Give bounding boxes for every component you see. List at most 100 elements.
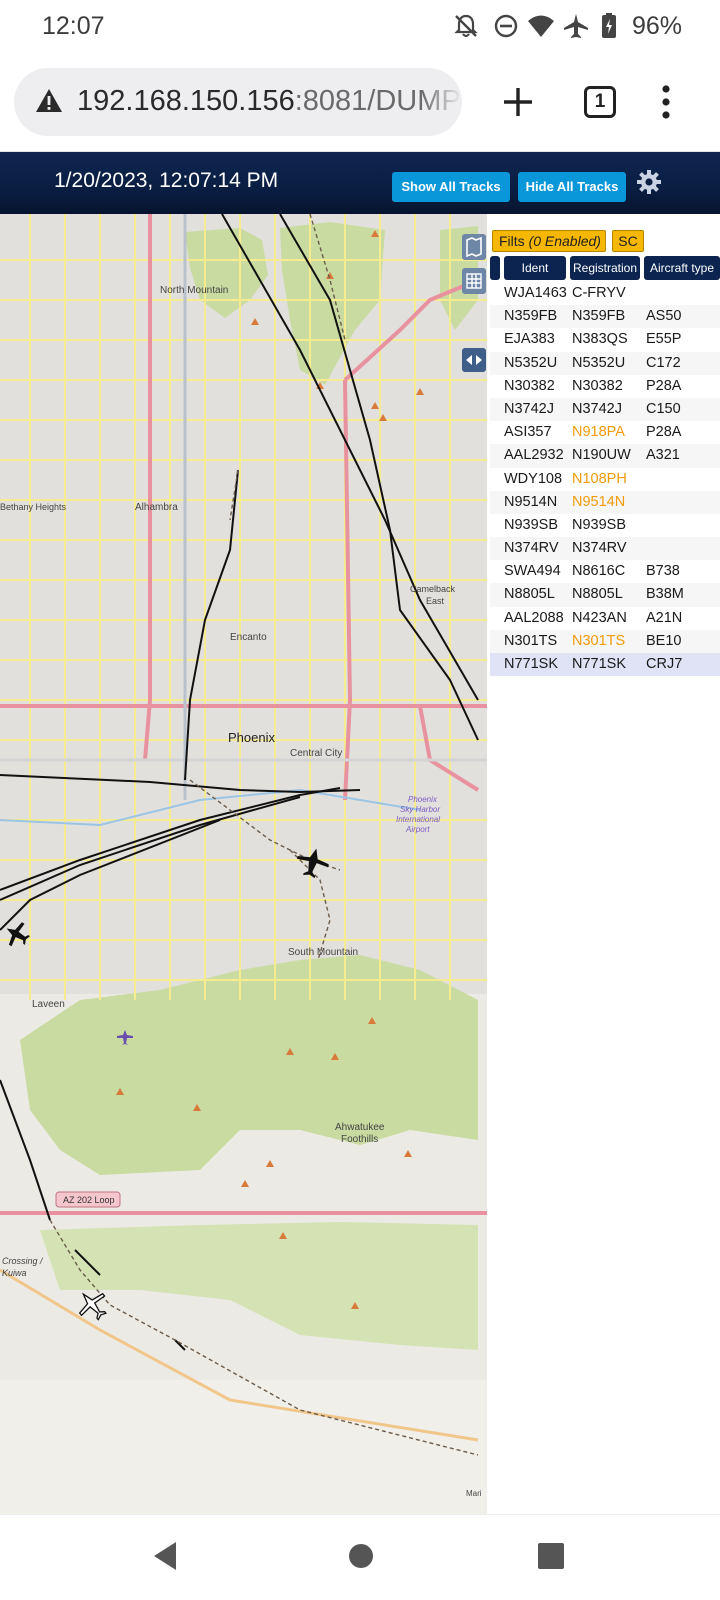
column-header-select[interactable]: [490, 256, 500, 280]
expand-collapse-icon[interactable]: [462, 348, 486, 372]
cell-aircraft-type: P28A: [646, 377, 682, 394]
cell-registration: C-FRYV: [572, 285, 626, 301]
cell-registration: N918PA: [572, 424, 625, 441]
table-row[interactable]: N3742J N3742J C150: [490, 397, 720, 422]
cell-ident: EJA383: [504, 331, 555, 348]
label-mari: Mari: [466, 1489, 482, 1498]
cell-ident: N9514N: [504, 493, 558, 510]
hide-all-tracks-button[interactable]: Hide All Tracks: [518, 172, 626, 202]
sc-button[interactable]: SC: [612, 230, 644, 252]
table-row[interactable]: AAL2932 N190UW A321: [490, 444, 720, 468]
label-crossing: Crossing /: [2, 1256, 44, 1266]
label-phoenix: Phoenix: [228, 730, 275, 745]
system-nav-bar: [0, 1514, 720, 1600]
table-row[interactable]: WDY108 N108PH: [490, 468, 720, 491]
cell-registration: N9514N: [572, 493, 626, 510]
table-row[interactable]: WJA1463 C-FRYV: [490, 282, 720, 305]
label-sky-harbor-1: Phoenix: [408, 795, 438, 804]
column-header-registration[interactable]: Registration: [570, 256, 640, 280]
table-row[interactable]: N5352U N5352U C172: [490, 351, 720, 375]
table-row[interactable]: N359FB N359FB AS50: [490, 305, 720, 329]
cell-aircraft-type: P28A: [646, 424, 682, 441]
cell-registration: N383QS: [572, 331, 628, 348]
tab-switcher-button[interactable]: 1: [584, 86, 616, 118]
cell-aircraft-type: C172: [646, 354, 681, 371]
aircraft-table: WJA1463 C-FRYV N359FB N359FB AS50 EJA383 N38…: [490, 282, 720, 677]
cell-registration: N30382: [572, 377, 623, 394]
warning-icon[interactable]: [34, 86, 64, 116]
label-bethany-heights: Bethany Heights: [0, 502, 67, 512]
label-sky-harbor-4: Airport: [405, 825, 430, 834]
cell-registration: N374RV: [572, 540, 627, 557]
browser-toolbar: 192.168.150.156:8081/DUMP 1: [0, 56, 720, 152]
table-row[interactable]: N9514N N9514N: [490, 490, 720, 514]
map-tiles[interactable]: North Mountain Bethany Heights Alhambra …: [0, 214, 487, 1514]
new-tab-button[interactable]: [498, 82, 538, 122]
cell-registration: N301TS: [572, 632, 626, 649]
cell-ident: WJA1463: [504, 285, 567, 301]
airplane-mode-icon: [564, 14, 588, 38]
status-bar: 12:07 96%: [0, 0, 720, 56]
label-sky-harbor-2: Sky Harbor: [400, 805, 440, 814]
table-row-selected[interactable]: N771SK N771SK CRJ7: [490, 653, 720, 677]
label-laveen: Laveen: [32, 999, 65, 1010]
show-all-tracks-button[interactable]: Show All Tracks: [392, 172, 510, 202]
column-header-ident[interactable]: Ident: [504, 256, 566, 280]
back-icon[interactable]: [150, 1539, 180, 1573]
cell-ident: AAL2932: [504, 447, 564, 464]
cell-ident: N30382: [504, 377, 555, 394]
cell-registration: N190UW: [572, 447, 631, 464]
filters-button[interactable]: Filts (0 Enabled): [492, 230, 606, 252]
label-central-city: Central City: [290, 748, 342, 759]
cell-registration: N939SB: [572, 516, 627, 533]
cell-registration: N108PH: [572, 470, 627, 487]
label-ahwatukee-1: Ahwatukee: [335, 1122, 385, 1133]
battery-percent: 96%: [632, 12, 683, 40]
do-not-disturb-icon: [494, 14, 518, 38]
cell-aircraft-type: CRJ7: [646, 656, 683, 672]
cell-ident: N301TS: [504, 632, 558, 649]
table-row[interactable]: ASI357 N918PA P28A: [490, 421, 720, 444]
label-south-mountain: South Mountain: [288, 947, 358, 958]
cell-registration: N359FB: [572, 308, 626, 325]
table-row[interactable]: SWA494 N8616C B738: [490, 560, 720, 583]
home-icon[interactable]: [348, 1543, 374, 1569]
cell-registration: N423AN: [572, 609, 627, 626]
table-row[interactable]: N30382 N30382 P28A: [490, 375, 720, 398]
cell-aircraft-type: BE10: [646, 632, 682, 649]
label-north-mountain: North Mountain: [160, 285, 228, 296]
table-row[interactable]: EJA383 N383QS E55P: [490, 328, 720, 351]
table-row[interactable]: N374RV N374RV: [490, 537, 720, 561]
notifications-off-icon: [454, 14, 478, 37]
label-sky-harbor-3: International: [396, 815, 440, 824]
label-camelback-1: Camelback: [410, 584, 456, 594]
map-layers-icon[interactable]: [462, 234, 486, 260]
map-view[interactable]: North Mountain Bethany Heights Alhambra …: [0, 214, 487, 1514]
more-options-icon[interactable]: [660, 84, 672, 120]
url-text[interactable]: 192.168.150.156:8081/DUMP: [77, 85, 461, 118]
grid-toggle-icon[interactable]: [462, 268, 486, 294]
cell-ident: N3742J: [504, 400, 554, 417]
label-alhambra: Alhambra: [135, 502, 178, 513]
table-row[interactable]: N939SB N939SB: [490, 514, 720, 537]
table-row[interactable]: N301TS N301TS BE10: [490, 629, 720, 653]
column-header-aircraft-type[interactable]: Aircraft type: [644, 256, 720, 280]
cell-ident: N359FB: [504, 308, 558, 325]
cell-aircraft-type: B38M: [646, 586, 684, 603]
cell-ident: ASI357: [504, 424, 552, 441]
label-encanto: Encanto: [230, 632, 267, 643]
cell-aircraft-type: A21N: [646, 609, 683, 626]
table-row[interactable]: N8805L N8805L B38M: [490, 583, 720, 607]
cell-registration: N5352U: [572, 354, 626, 371]
table-row[interactable]: AAL2088 N423AN A21N: [490, 607, 720, 630]
cell-ident: N939SB: [504, 516, 559, 533]
cell-ident: N5352U: [504, 354, 558, 371]
cell-ident: N374RV: [504, 540, 559, 557]
settings-gear-icon[interactable]: [636, 169, 662, 195]
cell-registration: N8805L: [572, 586, 623, 603]
status-time: 12:07: [42, 12, 105, 40]
address-bar[interactable]: 192.168.150.156:8081/DUMP: [14, 68, 462, 136]
cell-ident: SWA494: [504, 563, 561, 580]
recents-icon[interactable]: [538, 1543, 564, 1569]
cell-registration: N3742J: [572, 400, 622, 417]
